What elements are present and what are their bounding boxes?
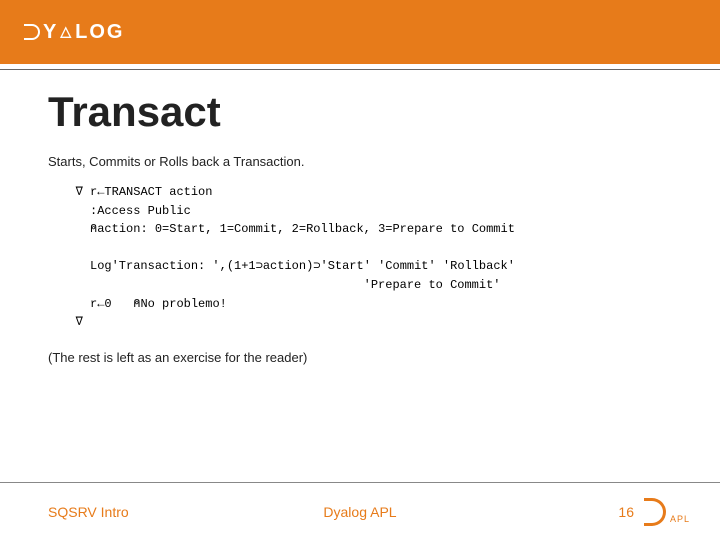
code-line: ∇ r←TRANSACT action: [54, 185, 212, 199]
footer-center: Dyalog APL: [323, 504, 396, 520]
code-block: ∇ r←TRANSACT action :Access Public ⍝acti…: [54, 183, 672, 332]
slide: Y △ LOG Transact Starts, Commits or Roll…: [0, 0, 720, 540]
subtitle: Starts, Commits or Rolls back a Transact…: [48, 154, 672, 169]
footer-logo-icon: APL: [644, 498, 690, 526]
footer-logo-text: APL: [670, 514, 690, 524]
logo-d-glyph-icon: [24, 24, 40, 40]
footer-right: 16 APL: [618, 498, 690, 526]
footer-left: SQSRV Intro: [48, 504, 129, 520]
footer-logo-d-icon: [644, 498, 666, 526]
code-line: Log'Transaction: ',(1+1⊃action)⊃'Start' …: [54, 259, 515, 273]
logo-text-s1: Y: [43, 21, 58, 44]
code-line: ∇: [54, 315, 83, 329]
code-line: r←0 ⍝No problemo!: [54, 297, 227, 311]
code-line: 'Prepare to Commit': [54, 278, 500, 292]
page-number: 16: [618, 504, 634, 520]
content-area: Transact Starts, Commits or Rolls back a…: [0, 70, 720, 540]
footer: SQSRV Intro Dyalog APL 16 APL: [0, 482, 720, 540]
brand-logo: Y △ LOG: [24, 21, 124, 44]
code-line: :Access Public: [54, 204, 191, 218]
exercise-note: (The rest is left as an exercise for the…: [48, 350, 672, 365]
logo-tri-icon: △: [60, 23, 73, 40]
code-line: ⍝action: 0=Start, 1=Commit, 2=Rollback, …: [54, 222, 515, 236]
page-title: Transact: [48, 88, 672, 136]
logo-text-s2: LOG: [75, 21, 124, 44]
header-bar: Y △ LOG: [0, 0, 720, 64]
